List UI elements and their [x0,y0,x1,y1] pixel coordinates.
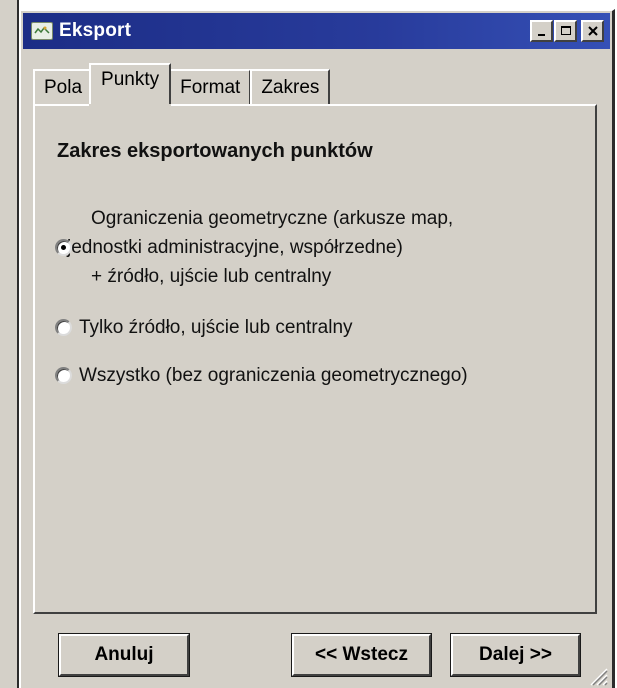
maximize-button[interactable] [554,20,577,42]
back-button[interactable]: << Wstecz [291,633,432,677]
next-button[interactable]: Dalej >> [450,633,581,677]
app-map-icon [31,22,53,40]
close-icon [587,26,598,36]
tab-format[interactable]: Format [169,69,252,105]
tab-panel-punkty: Zakres eksportowanych punktów Ograniczen… [33,104,597,614]
option-source-only-label: Tylko źródło, ujście lub centralny [79,317,353,338]
radio-source-only[interactable] [55,319,72,336]
resize-grip-icon[interactable] [586,664,608,686]
window-controls [529,20,604,42]
close-button[interactable] [581,20,604,42]
option-all-label: Wszystko (bez ograniczenia geometryczneg… [79,365,468,386]
minimize-icon [537,34,545,36]
background-window-edge [0,0,19,688]
option-all[interactable]: Wszystko (bez ograniczenia geometryczneg… [55,361,468,390]
tab-punkty[interactable]: Punkty [89,63,172,108]
radio-all[interactable] [55,367,72,384]
tab-zakres[interactable]: Zakres [250,69,331,105]
tab-strip: Pola Punkty Format Zakres [33,63,331,108]
minimize-button[interactable] [530,20,553,42]
section-title: Zakres eksportowanych punktów [57,140,373,162]
window-title: Eksport [59,20,132,41]
radio-geometric-limits[interactable] [55,239,72,256]
option-geometric-limits[interactable]: Ograniczenia geometryczne (arkusze map, … [55,204,453,291]
export-dialog: Eksport Pola Punkty Format Zakres Zakres… [19,9,615,688]
maximize-icon [560,26,571,35]
tab-pola[interactable]: Pola [33,69,94,105]
option-source-only[interactable]: Tylko źródło, ujście lub centralny [55,313,353,342]
option-geometric-limits-label: Ograniczenia geometryczne (arkusze map, … [67,208,454,287]
cancel-button[interactable]: Anuluj [58,633,190,677]
title-bar[interactable]: Eksport [23,13,610,49]
